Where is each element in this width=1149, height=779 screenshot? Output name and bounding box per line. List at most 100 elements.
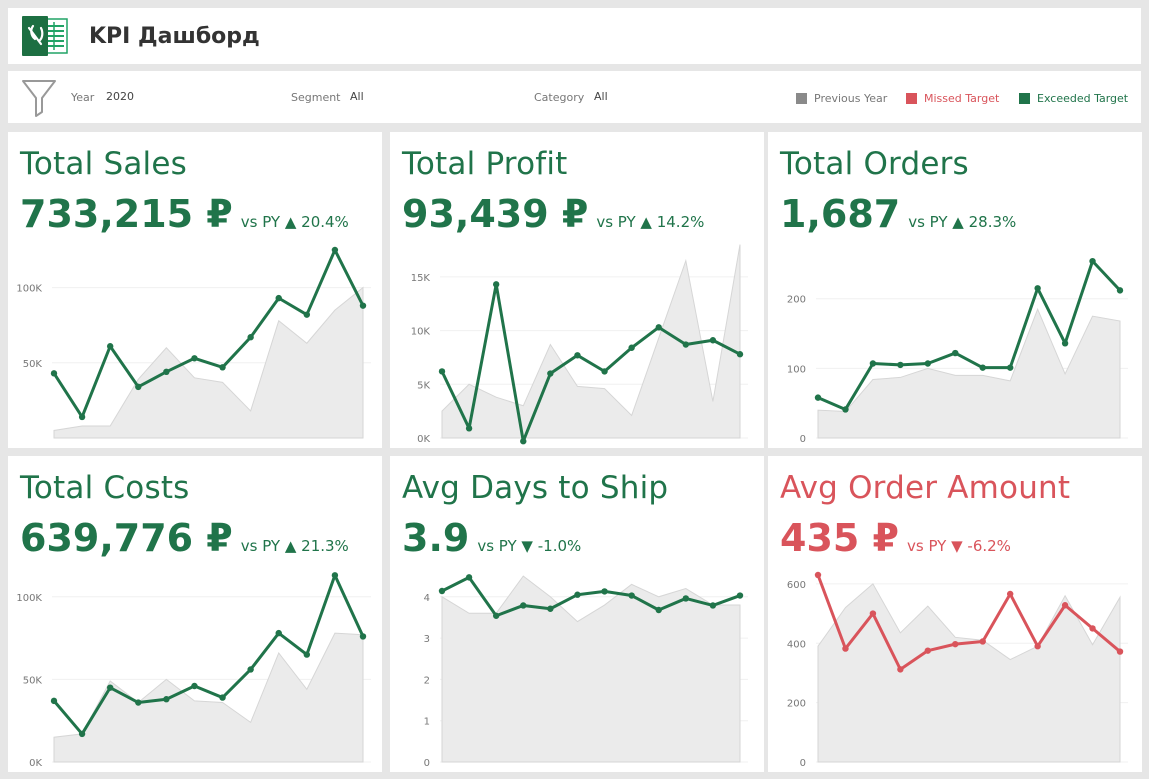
kpi-card-avg-days-to-ship: Avg Days to Ship 3.9 vs PY ▼ -1.0% 0 1 2 3 4 [390, 456, 764, 772]
current-year-point [682, 595, 690, 602]
current-year-point [247, 334, 254, 341]
current-year-point [219, 364, 226, 371]
legend-swatch-green [1019, 93, 1030, 104]
current-year-point [303, 651, 311, 658]
kpi-sparkline-chart: 0 100 200 [787, 257, 1128, 445]
current-year-point [709, 337, 717, 344]
legend-label: Previous Year [814, 92, 888, 105]
kpi-card-total-sales: Total Sales 733,215 ₽ vs PY ▲ 20.4% 50K 1… [8, 132, 382, 448]
kpi-title: Avg Days to Ship [402, 470, 669, 506]
current-year-point [547, 370, 554, 377]
kpi-sparkline-chart: 0K 50K 100K [16, 572, 371, 769]
current-year-point [331, 572, 339, 579]
kpi-value-row: 3.9 vs PY ▼ -1.0% [402, 516, 581, 560]
y-tick-label: 4 [424, 593, 430, 604]
current-year-point [1089, 625, 1096, 632]
current-year-point [163, 368, 170, 376]
current-year-point [465, 425, 473, 432]
page-title: KPI Дашборд [89, 24, 260, 49]
kpi-value: 1,687 [780, 192, 901, 236]
kpi-title: Avg Order Amount [780, 470, 1071, 506]
current-year-point [628, 592, 635, 599]
current-year-point [191, 355, 198, 362]
kpi-card-total-orders: Total Orders 1,687 vs PY ▲ 28.3% 0 100 200 [768, 132, 1142, 448]
current-year-point [135, 383, 142, 391]
filter-funnel-icon [22, 80, 56, 117]
kpi-value-row: 93,439 ₽ vs PY ▲ 14.2% [402, 192, 704, 236]
current-year-point [275, 629, 282, 637]
current-year-point [1006, 590, 1014, 598]
current-year-point [520, 602, 527, 609]
kpi-value-row: 733,215 ₽ vs PY ▲ 20.4% [20, 192, 349, 236]
filter-value-segment[interactable]: All [350, 90, 364, 103]
kpi-value-row: 435 ₽ vs PY ▼ -6.2% [780, 516, 1011, 560]
y-tick-label: 50K [23, 359, 43, 370]
filter-value-year[interactable]: 2020 [106, 90, 134, 103]
legend-swatch-red [906, 93, 917, 104]
y-tick-label: 200 [787, 699, 806, 710]
current-year-point [547, 605, 554, 612]
current-year-point [924, 360, 932, 367]
filter-label-segment: Segment [291, 91, 341, 104]
current-year-point [736, 592, 744, 599]
y-tick-label: 15K [411, 273, 431, 284]
current-year-point [163, 696, 170, 703]
y-tick-label: 0 [424, 758, 430, 769]
current-year-point [492, 612, 500, 619]
kpi-sparkline-chart: 0 200 400 600 [787, 571, 1128, 769]
current-year-point [247, 666, 254, 673]
kpi-card-total-costs: Total Costs 639,776 ₽ vs PY ▲ 21.3% 0K 50… [8, 456, 382, 772]
y-tick-label: 0 [800, 434, 806, 445]
legend-swatch-gray [796, 93, 807, 104]
y-tick-label: 0 [800, 758, 806, 769]
y-tick-label: 100K [16, 284, 42, 295]
current-year-point [601, 368, 608, 375]
current-year-point [869, 610, 877, 617]
current-year-point [814, 571, 822, 579]
kpi-card-avg-order-amount: Avg Order Amount 435 ₽ vs PY ▼ -6.2% 0 20… [768, 456, 1142, 772]
current-year-point [814, 394, 822, 401]
kpi-comparison: vs PY ▼ -6.2% [907, 537, 1011, 555]
current-year-point [1061, 340, 1069, 347]
kpi-sparkline-chart: 50K 100K [16, 246, 371, 439]
legend-exceeded-target: Exceeded Target [1019, 92, 1128, 105]
legend-label: Missed Target [924, 92, 1000, 105]
current-year-point [682, 341, 690, 348]
current-year-point [1116, 648, 1124, 655]
kpi-value-row: 1,687 vs PY ▲ 28.3% [780, 192, 1016, 236]
filter-bar: Year 2020 Segment All Category All Previ… [8, 71, 1141, 123]
current-year-point [574, 591, 581, 598]
current-year-point [1116, 287, 1124, 294]
y-tick-label: 600 [787, 580, 806, 591]
current-year-point [492, 281, 500, 288]
kpi-card-total-profit: Total Profit 93,439 ₽ vs PY ▲ 14.2% 0K 5K… [390, 132, 764, 448]
kpi-value: 3.9 [402, 516, 470, 560]
current-year-point [438, 587, 446, 595]
y-tick-label: 100K [16, 593, 42, 604]
filter-value-category[interactable]: All [594, 90, 608, 103]
current-year-point [303, 311, 311, 318]
filter-label-year: Year [71, 91, 95, 104]
current-year-point [275, 294, 282, 302]
kpi-title: Total Sales [20, 146, 187, 182]
kpi-comparison: vs PY ▲ 21.3% [240, 537, 349, 555]
current-year-point [331, 246, 339, 254]
y-tick-label: 400 [787, 639, 806, 650]
kpi-sparkline-chart: 0 1 2 3 4 [424, 574, 748, 769]
kpi-title: Total Costs [20, 470, 190, 506]
kpi-sparkline-chart: 0K 5K 10K 15K [411, 244, 748, 445]
kpi-comparison: vs PY ▲ 20.4% [240, 213, 349, 231]
y-tick-label: 100 [787, 364, 806, 375]
legend-previous-year: Previous Year [796, 92, 887, 105]
kpi-comparison: vs PY ▲ 14.2% [596, 213, 705, 231]
current-year-point [106, 684, 114, 691]
y-tick-label: 0K [29, 758, 42, 769]
current-year-point [952, 640, 959, 648]
current-year-point [78, 730, 86, 738]
current-year-point [979, 364, 986, 371]
y-tick-label: 1 [424, 717, 430, 728]
current-year-point [465, 574, 473, 581]
current-year-point [897, 666, 904, 673]
current-year-point [520, 438, 527, 445]
kpi-comparison: vs PY ▼ -1.0% [477, 537, 582, 555]
